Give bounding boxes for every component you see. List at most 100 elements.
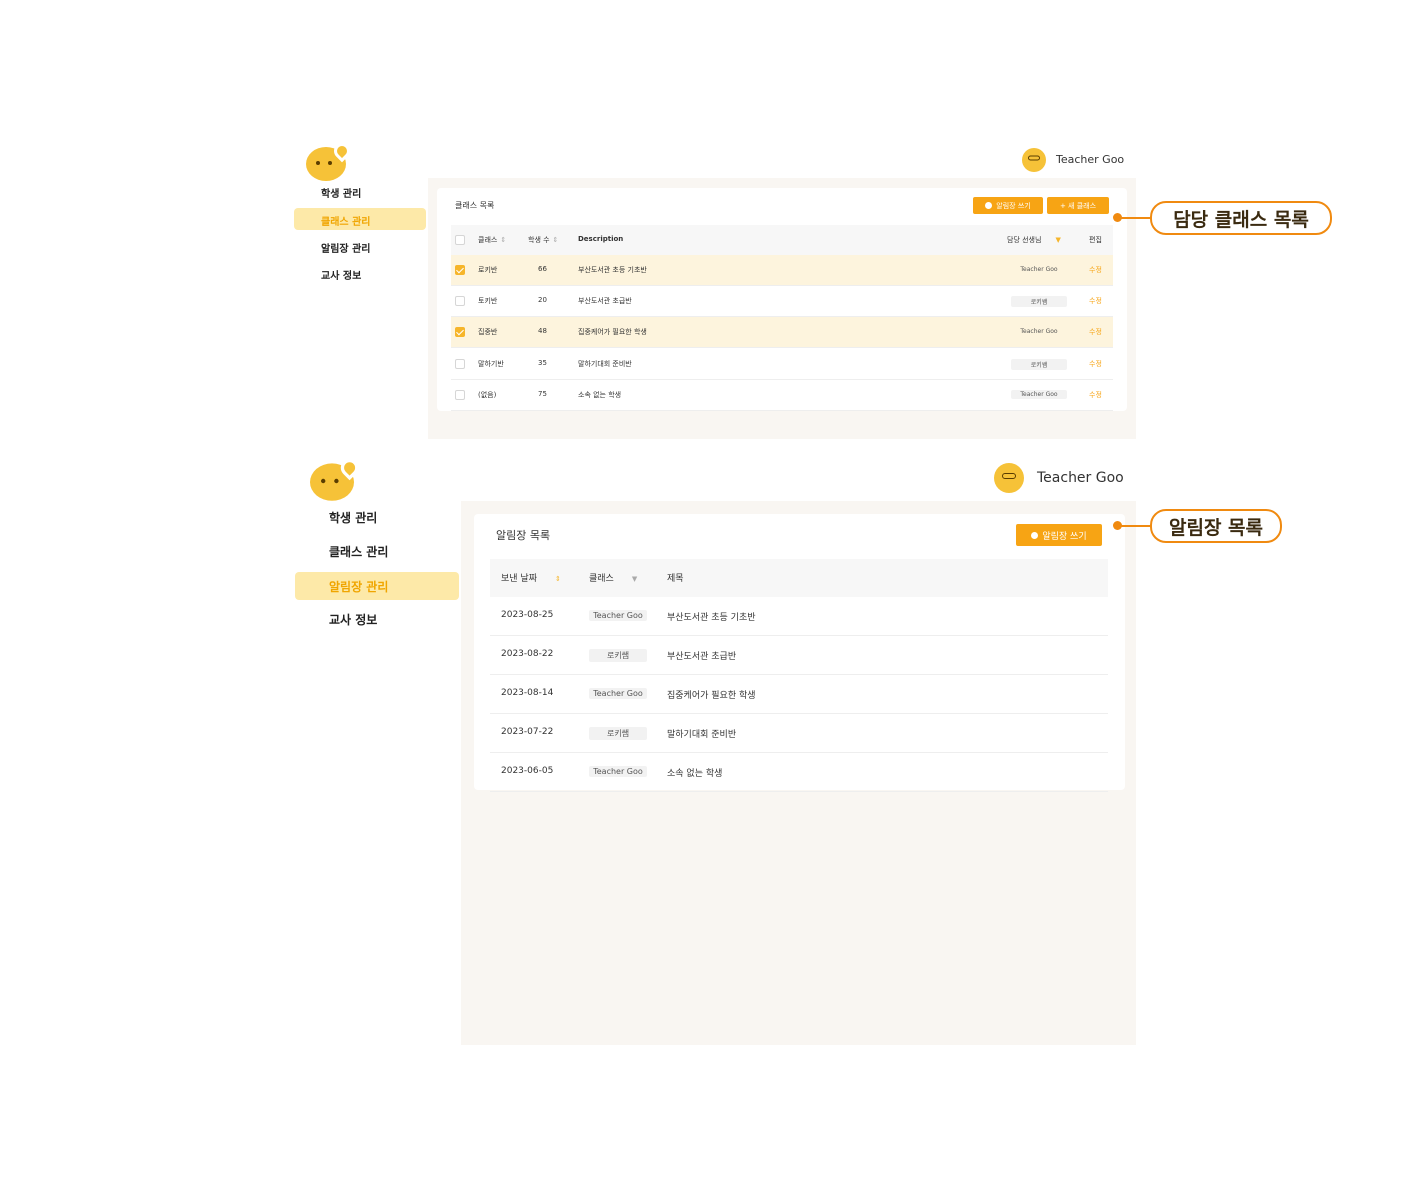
callout-line	[1120, 217, 1152, 219]
notice-title[interactable]: 말하기대회 준비반	[667, 727, 736, 740]
row-checkbox[interactable]	[455, 358, 465, 369]
column-edit: 편집	[1089, 236, 1102, 244]
description: 부산도서관 초등 기초반	[578, 266, 647, 274]
edit-link[interactable]: 수정	[1089, 327, 1102, 337]
notice-title[interactable]: 소속 없는 학생	[667, 766, 722, 779]
table-header: 클래스 ⇕ 학생 수 ⇕ Description 담당 선생님 ▼ 편집	[451, 225, 1113, 255]
row-checkbox[interactable]	[455, 296, 465, 307]
teacher-tag: Teacher Goo	[1011, 327, 1067, 337]
sidebar-item-teacher-info[interactable]: 교사 정보	[321, 267, 361, 282]
avatar[interactable]	[994, 463, 1024, 493]
description: 집중케어가 필요한 학생	[578, 328, 647, 337]
sidebar-item-notices[interactable]: 알림장 관리	[295, 572, 459, 600]
class-tag: 로키쌤	[589, 727, 647, 740]
chat-icon	[985, 202, 993, 209]
table-row[interactable]: 2023-08-22 로키쌤 부산도서관 초급반	[490, 636, 1108, 675]
student-count: 20	[538, 296, 547, 305]
sidebar-item-label: 알림장 관리	[329, 580, 389, 594]
sort-icon: ⇕	[552, 236, 559, 244]
table-row[interactable]: 말하기반 35 말하기대회 준비반 로키쌤 수정	[451, 349, 1113, 380]
column-class[interactable]: 클래스 ⇕	[478, 235, 506, 245]
sort-icon: ⇕	[554, 574, 561, 583]
callout-class-list: 담당 클래스 목록	[1150, 201, 1332, 235]
table-row[interactable]: 토키반 20 부산도서관 초급반 로키쌤 수정	[451, 286, 1113, 318]
user-name: Teacher Goo	[1037, 470, 1124, 486]
description: 말하기대회 준비반	[578, 359, 632, 368]
table-row[interactable]: 2023-08-25 Teacher Goo 부산도서관 초등 기초반	[490, 597, 1108, 636]
select-all-checkbox[interactable]	[455, 235, 465, 245]
column-class[interactable]: 클래스 ▼	[589, 571, 637, 584]
class-name: 로키반	[478, 266, 498, 274]
edit-link[interactable]: 수정	[1089, 390, 1102, 400]
student-count: 75	[538, 389, 547, 398]
class-tag: Teacher Goo	[589, 766, 647, 777]
avatar[interactable]	[1022, 148, 1046, 172]
filter-icon: ▼	[631, 574, 638, 583]
class-tag: Teacher Goo	[589, 688, 647, 699]
new-class-button[interactable]: + 새 클래스	[1047, 197, 1109, 214]
student-count: 66	[538, 265, 547, 273]
glasses-icon	[1002, 472, 1016, 479]
sent-date: 2023-07-22	[501, 727, 554, 737]
sent-date: 2023-08-22	[501, 649, 554, 659]
class-name: 말하기반	[478, 359, 504, 368]
notice-title[interactable]: 집중케어가 필요한 학생	[667, 688, 756, 701]
row-checkbox[interactable]	[455, 265, 465, 275]
sidebar-item-students[interactable]: 학생 관리	[329, 509, 377, 526]
table-header: 보낸 날짜 ⇕ 클래스 ▼ 제목	[490, 559, 1108, 597]
class-tag: 로키쌤	[589, 649, 647, 662]
table-row[interactable]: (없음) 75 소속 없는 학생 Teacher Goo 수정	[451, 380, 1113, 411]
logo	[310, 455, 363, 503]
column-description: Description	[578, 235, 624, 243]
edit-link[interactable]: 수정	[1089, 265, 1102, 275]
notice-list-card: 알림장 목록 알림장 쓰기 보낸 날짜 ⇕ 클래스 ▼ 제목 2023-08-25 T…	[474, 514, 1125, 792]
sent-date: 2023-08-25	[501, 610, 554, 620]
user-name: Teacher Goo	[1056, 153, 1125, 166]
table-row[interactable]: 2023-07-22 로키쌤 말하기대회 준비반	[490, 714, 1108, 753]
column-title: 제목	[667, 574, 684, 584]
sort-icon: ⇕	[500, 236, 507, 244]
column-teacher[interactable]: 담당 선생님 ▼	[1007, 235, 1061, 245]
glasses-icon	[1028, 155, 1040, 161]
sent-date: 2023-08-14	[501, 688, 554, 698]
callout-notice-list: 알림장 목록	[1150, 509, 1282, 543]
write-notice-button[interactable]: 알림장 쓰기	[973, 197, 1043, 214]
filter-icon: ▼	[1055, 236, 1061, 244]
sidebar-item-label: 클래스 관리	[321, 217, 371, 228]
class-tag: Teacher Goo	[589, 610, 647, 621]
row-checkbox[interactable]	[455, 389, 465, 400]
sidebar-item-students[interactable]: 학생 관리	[321, 185, 361, 200]
class-name: 집중반	[478, 328, 498, 337]
column-date[interactable]: 보낸 날짜 ⇕	[501, 571, 561, 584]
edit-link[interactable]: 수정	[1089, 359, 1102, 369]
row-checkbox[interactable]	[455, 327, 465, 338]
table-row[interactable]: 2023-06-05 Teacher Goo 소속 없는 학생	[490, 753, 1108, 792]
teacher-tag: 로키쌤	[1011, 358, 1067, 370]
column-count[interactable]: 학생 수 ⇕	[528, 235, 558, 245]
teacher-tag: Teacher Goo	[1011, 389, 1067, 399]
sidebar-item-notices[interactable]: 알림장 관리	[321, 240, 370, 255]
class-name: 토키반	[478, 297, 498, 306]
class-list-card: 클래스 목록 알림장 쓰기 + 새 클래스 클래스 ⇕ 학생 수 ⇕ Descrip…	[437, 188, 1127, 411]
logo	[306, 139, 354, 183]
table-row[interactable]: 집중반 48 집중케어가 필요한 학생 Teacher Goo 수정	[451, 317, 1113, 349]
card-title: 클래스 목록	[455, 201, 495, 210]
table-row[interactable]: 로키반 66 부산도서관 초등 기초반 Teacher Goo 수정	[451, 255, 1113, 286]
sidebar-item-teacher-info[interactable]: 교사 정보	[329, 611, 377, 628]
student-count: 48	[538, 327, 547, 336]
callout-line	[1120, 525, 1152, 527]
description: 부산도서관 초급반	[578, 297, 632, 306]
write-notice-button[interactable]: 알림장 쓰기	[1016, 524, 1102, 546]
class-name: (없음)	[478, 390, 497, 399]
edit-link[interactable]: 수정	[1089, 296, 1102, 306]
sidebar-item-classes[interactable]: 클래스 관리	[294, 208, 426, 230]
chat-icon	[1031, 531, 1039, 539]
table-row[interactable]: 2023-08-14 Teacher Goo 집중케어가 필요한 학생	[490, 675, 1108, 714]
notice-title[interactable]: 부산도서관 초급반	[667, 649, 736, 662]
description: 소속 없는 학생	[578, 390, 622, 399]
sent-date: 2023-06-05	[501, 766, 554, 776]
teacher-tag: 로키쌤	[1011, 296, 1067, 308]
sidebar-item-classes[interactable]: 클래스 관리	[329, 543, 388, 560]
notice-title[interactable]: 부산도서관 초등 기초반	[667, 610, 756, 623]
card-title: 알림장 목록	[496, 529, 551, 542]
